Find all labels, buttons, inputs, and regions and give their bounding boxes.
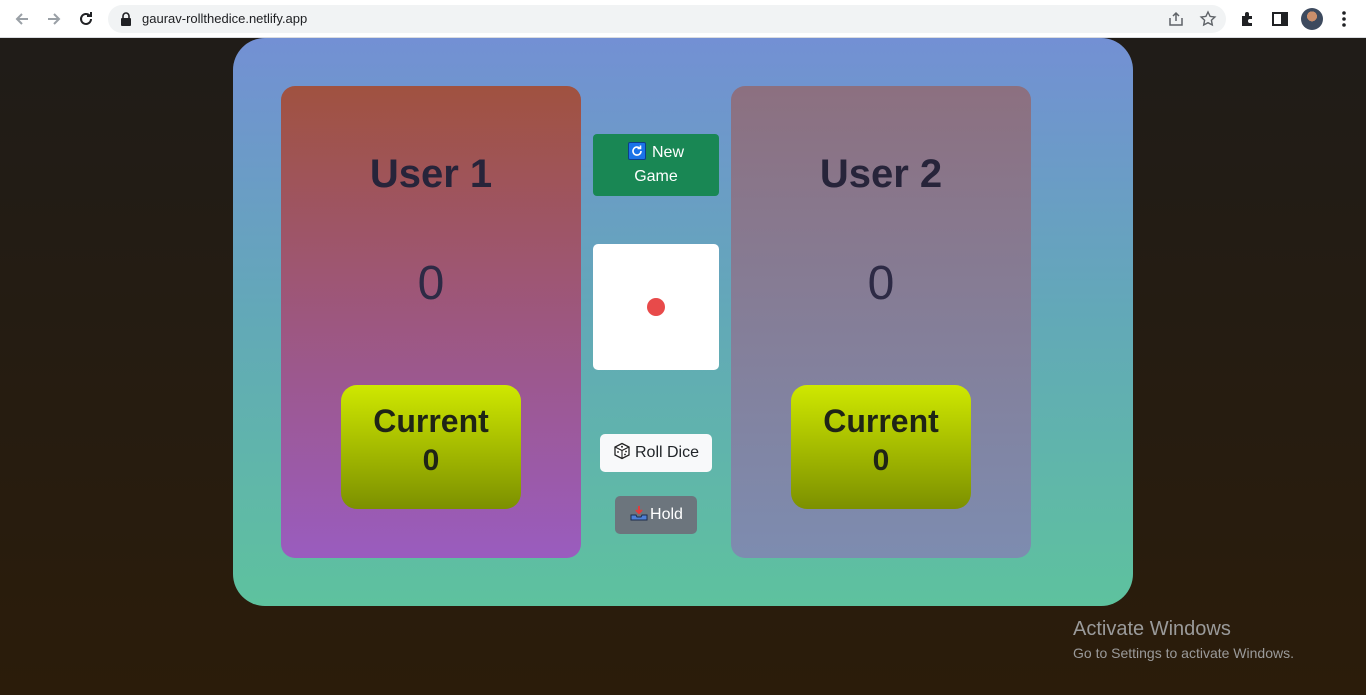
profile-avatar[interactable] <box>1301 8 1323 30</box>
roll-dice-button[interactable]: Roll Dice <box>600 434 712 472</box>
hold-button[interactable]: Hold <box>615 496 697 534</box>
dice-icon <box>613 442 631 460</box>
refresh-icon <box>627 142 646 160</box>
new-game-label-line1: New <box>651 144 684 161</box>
hold-label: Hold <box>650 506 683 523</box>
player-1-name: User 1 <box>369 152 493 196</box>
player-1-current-box: Current 0 <box>341 385 521 509</box>
player-2-total-score: 0 <box>867 257 895 310</box>
bookmark-star-icon[interactable] <box>1199 10 1217 28</box>
player-1-current-score: 0 <box>422 444 440 477</box>
player-2-panel: User 2 0 Current 0 <box>731 86 1031 558</box>
inbox-tray-icon <box>629 504 649 522</box>
player-1-total-score: 0 <box>417 257 445 310</box>
player-2-current-score: 0 <box>872 444 890 477</box>
dice-pip <box>647 298 665 316</box>
forward-arrow-icon[interactable] <box>44 9 64 29</box>
player-2-current-box: Current 0 <box>791 385 971 509</box>
watermark-title: Activate Windows <box>1073 618 1231 640</box>
game-board: User 1 0 Current 0 New Game Roll Dice Ho… <box>233 38 1133 606</box>
player-1-panel: User 1 0 Current 0 <box>281 86 581 558</box>
roll-dice-label: Roll Dice <box>634 444 699 461</box>
more-menu-icon[interactable] <box>1334 9 1354 29</box>
reload-icon[interactable] <box>76 9 96 29</box>
new-game-button[interactable]: New Game <box>593 134 719 196</box>
watermark-subtitle: Go to Settings to activate Windows. <box>1073 645 1294 661</box>
extensions-puzzle-icon[interactable] <box>1238 9 1258 29</box>
back-arrow-icon[interactable] <box>12 9 32 29</box>
new-game-label-line2: Game <box>634 168 678 185</box>
side-panel-icon[interactable] <box>1270 9 1290 29</box>
dice-face <box>593 244 719 370</box>
share-icon[interactable] <box>1167 10 1185 28</box>
url-text: gaurav-rollthedice.netlify.app <box>142 11 308 26</box>
address-bar[interactable]: gaurav-rollthedice.netlify.app <box>108 5 1226 33</box>
player-2-current-label: Current <box>823 403 939 439</box>
lock-icon <box>121 12 131 26</box>
browser-toolbar: gaurav-rollthedice.netlify.app <box>0 0 1366 38</box>
player-1-current-label: Current <box>373 403 489 439</box>
player-2-name: User 2 <box>819 152 943 196</box>
activate-windows-watermark: Activate Windows Go to Settings to activ… <box>1073 618 1294 661</box>
